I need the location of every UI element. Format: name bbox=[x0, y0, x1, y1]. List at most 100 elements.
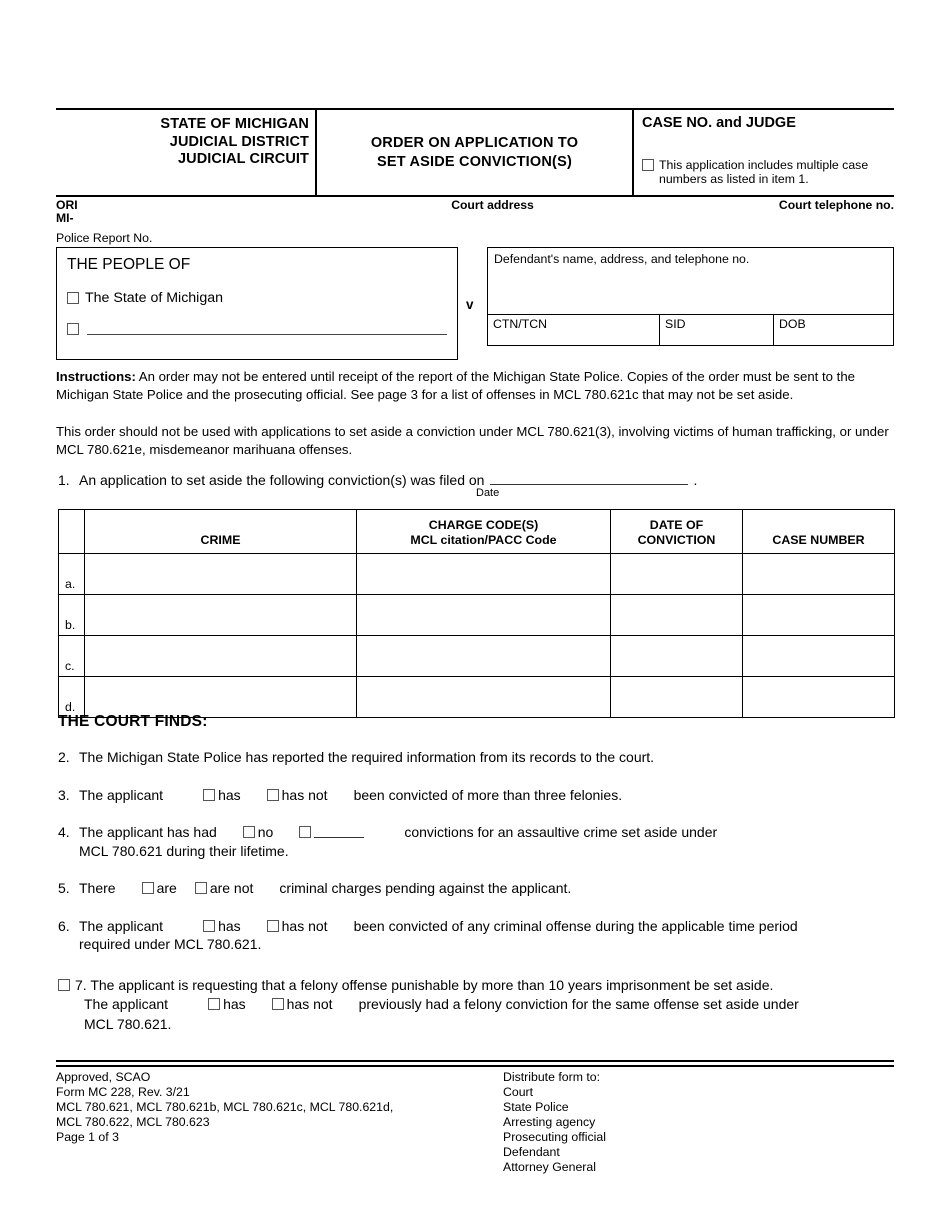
sid-field[interactable]: SID bbox=[660, 315, 774, 345]
judicial-circuit-label[interactable]: JUDICIAL CIRCUIT bbox=[56, 151, 309, 169]
case-number-and-judge-block: CASE NO. and JUDGE This application incl… bbox=[634, 110, 894, 195]
finding-6-has-not-label: has not bbox=[281, 917, 328, 934]
finding-7-has-checkbox[interactable] bbox=[208, 998, 221, 1011]
finding-3-text-after: been convicted of more than three feloni… bbox=[353, 786, 623, 803]
ori-label: ORI bbox=[56, 198, 78, 212]
finding-4-number-checkbox[interactable] bbox=[299, 826, 312, 839]
multiple-case-numbers-checkbox[interactable] bbox=[642, 159, 654, 171]
column-charge-code-header: CHARGE CODE(S) MCL citation/PACC Code bbox=[356, 509, 611, 554]
distribute-attorney-general: Attorney General bbox=[503, 1160, 596, 1174]
finding-item-3: 3. The applicant has has not been convic… bbox=[58, 786, 898, 805]
state-of-michigan-label: STATE OF MICHIGAN bbox=[160, 116, 309, 132]
date-cell-c[interactable] bbox=[610, 635, 743, 677]
case-number-cell-b[interactable] bbox=[742, 594, 895, 636]
distribute-state-police: State Police bbox=[503, 1100, 569, 1114]
finding-3-has-label: has bbox=[218, 786, 241, 803]
defendant-name-address-telephone-label: Defendant's name, address, and telephone… bbox=[494, 252, 750, 266]
case-number-cell-a[interactable] bbox=[742, 553, 895, 595]
judicial-district-label[interactable]: JUDICIAL DISTRICT bbox=[56, 134, 309, 152]
column-date-of-conviction-header: DATE OF CONVICTION bbox=[610, 509, 743, 554]
finding-7-has-option[interactable]: has bbox=[208, 995, 246, 1014]
finding-3-has-option[interactable]: has bbox=[203, 786, 241, 805]
finding-item-6: 6. The applicant has has not been convic… bbox=[58, 917, 898, 954]
defendant-identifiers-row: CTN/TCN SID DOB bbox=[487, 315, 894, 346]
finding-3-has-not-checkbox[interactable] bbox=[266, 788, 279, 801]
court-identification: STATE OF MICHIGAN JUDICIAL DISTRICT JUDI… bbox=[56, 110, 317, 195]
state-of-michigan-checkbox[interactable] bbox=[67, 292, 79, 304]
finding-item-4: 4. The applicant has had no convictions … bbox=[58, 823, 898, 860]
charge-code-cell-d[interactable] bbox=[356, 676, 611, 718]
footer: Approved, SCAO Form MC 228, Rev. 3/21 MC… bbox=[56, 1070, 896, 1175]
footer-page-number: Page 1 of 3 bbox=[56, 1130, 119, 1144]
finding-4-number-input[interactable] bbox=[314, 826, 365, 839]
form-title-line-1: ORDER ON APPLICATION TO bbox=[370, 135, 579, 151]
crime-cell-d[interactable] bbox=[84, 676, 357, 718]
ctn-tcn-field[interactable]: CTN/TCN bbox=[488, 315, 660, 345]
table-header-row: CRIME CHARGE CODE(S) MCL citation/PACC C… bbox=[58, 509, 895, 554]
multiple-case-note-line-2: numbers as listed in item 1. bbox=[659, 171, 809, 186]
finding-item-2: 2. The Michigan State Police has reporte… bbox=[58, 748, 898, 767]
court-telephone-label: Court telephone no. bbox=[778, 198, 894, 212]
ori-mi-prefix[interactable]: MI- bbox=[56, 211, 894, 225]
finding-4-no-checkbox[interactable] bbox=[242, 826, 255, 839]
table-row: d. bbox=[58, 676, 895, 718]
finding-6-has-not-checkbox[interactable] bbox=[266, 919, 279, 932]
item-1-period: . bbox=[693, 472, 698, 488]
application-filed-date-input[interactable] bbox=[490, 472, 689, 485]
finding-5-are-checkbox[interactable] bbox=[141, 882, 154, 895]
distribute-form-to-label: Distribute form to: bbox=[503, 1070, 601, 1084]
finding-7-has-not-option[interactable]: has not bbox=[271, 995, 333, 1014]
charge-code-cell-c[interactable] bbox=[356, 635, 611, 677]
date-cell-a[interactable] bbox=[610, 553, 743, 595]
form-title: ORDER ON APPLICATION TO SET ASIDE CONVIC… bbox=[317, 110, 634, 195]
item-1-number: 1. bbox=[58, 472, 70, 488]
footer-mcl-line-1: MCL 780.621, MCL 780.621b, MCL 780.621c,… bbox=[56, 1100, 394, 1114]
distribute-prosecuting-official: Prosecuting official bbox=[503, 1130, 606, 1144]
date-cell-d[interactable] bbox=[610, 676, 743, 718]
table-row: c. bbox=[58, 635, 895, 677]
crime-cell-b[interactable] bbox=[84, 594, 357, 636]
instructions-paragraph-1: Instructions: An order may not be entere… bbox=[56, 368, 896, 403]
finding-4-number-option[interactable] bbox=[299, 826, 365, 839]
defendant-box[interactable]: Defendant's name, address, and telephone… bbox=[487, 247, 894, 315]
finding-3-has-checkbox[interactable] bbox=[203, 788, 216, 801]
date-cell-b[interactable] bbox=[610, 594, 743, 636]
finding-6-has-label: has bbox=[218, 917, 241, 934]
finding-6-has-checkbox[interactable] bbox=[203, 919, 216, 932]
footer-rule-upper bbox=[56, 1060, 894, 1062]
finding-item-5: 5. There are are not criminal charges pe… bbox=[58, 879, 898, 898]
finding-5-are-not-checkbox[interactable] bbox=[194, 882, 207, 895]
instructions-paragraph-2: This order should not be used with appli… bbox=[56, 424, 889, 457]
finding-5-number: 5. bbox=[58, 880, 70, 896]
charge-code-cell-b[interactable] bbox=[356, 594, 611, 636]
charge-code-cell-a[interactable] bbox=[356, 553, 611, 595]
row-index-b: b. bbox=[58, 594, 85, 636]
finding-5-are-not-option[interactable]: are not bbox=[194, 879, 253, 898]
finding-7-has-not-checkbox[interactable] bbox=[271, 998, 284, 1011]
finding-6-has-option[interactable]: has bbox=[203, 917, 241, 936]
versus-label: v bbox=[466, 297, 474, 312]
finding-7-text-line-1: The applicant is requesting that a felon… bbox=[90, 976, 774, 993]
dob-field[interactable]: DOB bbox=[774, 315, 893, 345]
finding-6-has-not-option[interactable]: has not bbox=[266, 917, 328, 936]
column-case-number-header: CASE NUMBER bbox=[742, 509, 895, 554]
footer-rule-lower bbox=[56, 1065, 894, 1067]
crime-cell-c[interactable] bbox=[84, 635, 357, 677]
footer-right-column: Distribute form to: Court State Police A… bbox=[503, 1070, 896, 1175]
date-header-line-1: DATE OF bbox=[649, 518, 704, 532]
footer-approved-scao: Approved, SCAO bbox=[56, 1070, 151, 1084]
other-plaintiff-input[interactable] bbox=[87, 322, 447, 335]
case-number-cell-d[interactable] bbox=[742, 676, 895, 718]
finding-7-checkbox[interactable] bbox=[58, 978, 70, 991]
finding-item-7: 7. The applicant is requesting that a fe… bbox=[58, 976, 898, 1034]
footer-mcl-line-2: MCL 780.622, MCL 780.623 bbox=[56, 1115, 210, 1129]
finding-6-text-line-2: required under MCL 780.621. bbox=[79, 936, 262, 952]
finding-3-has-not-label: has not bbox=[281, 786, 328, 803]
case-number-cell-c[interactable] bbox=[742, 635, 895, 677]
finding-3-has-not-option[interactable]: has not bbox=[266, 786, 328, 805]
finding-5-are-option[interactable]: are bbox=[141, 879, 177, 898]
finding-4-no-option[interactable]: no bbox=[242, 823, 273, 842]
date-header-line-2: CONVICTION bbox=[637, 532, 716, 547]
other-plaintiff-checkbox[interactable] bbox=[67, 322, 79, 335]
crime-cell-a[interactable] bbox=[84, 553, 357, 595]
